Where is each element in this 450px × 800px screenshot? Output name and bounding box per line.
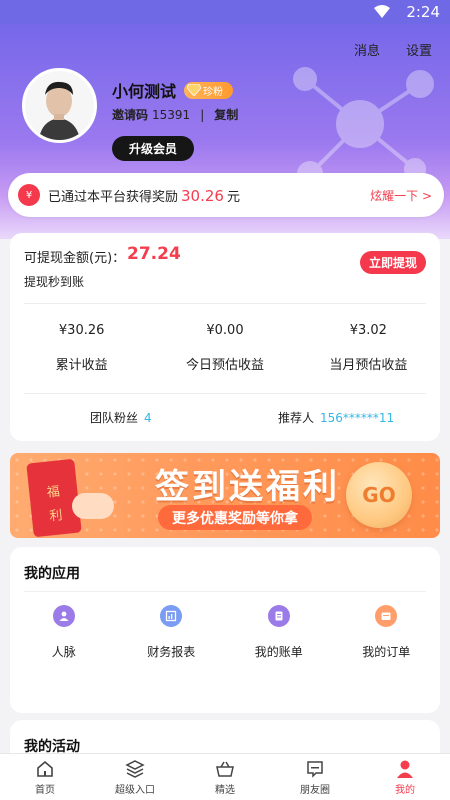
referrer-label: 推荐人 (278, 411, 315, 425)
app-my-order[interactable]: 我的订单 (333, 605, 441, 660)
stat-value: ¥30.26 (58, 323, 105, 338)
separator: | (200, 107, 205, 122)
nav-label: 我的 (395, 785, 415, 796)
team-fans[interactable]: 团队粉丝 4 (90, 409, 152, 426)
message-icon (307, 761, 323, 778)
go-button[interactable]: GO (346, 462, 412, 528)
stat-total[interactable]: ¥30.26 累计收益 (10, 323, 153, 373)
nav-label: 精选 (215, 785, 235, 796)
wifi-icon (374, 5, 390, 18)
reward-amount: 30.26 (181, 186, 224, 205)
upgrade-member-button[interactable]: 升级会员 (112, 136, 194, 161)
stat-month[interactable]: ¥3.02 当月预估收益 (297, 323, 440, 373)
bill-icon (267, 605, 290, 627)
contacts-icon (52, 605, 75, 627)
section-title: 我的应用 (24, 566, 80, 582)
hand-icon (72, 493, 114, 519)
vip-badge-label: 珍粉 (203, 86, 224, 98)
balance-card: 可提现金额(元)： 27.24 提现秒到账 立即提现 ¥30.26 累计收益 ¥… (10, 233, 440, 441)
divider (24, 393, 426, 394)
earnings-stats: ¥30.26 累计收益 ¥0.00 今日预估收益 ¥3.02 当月预估收益 (10, 323, 440, 373)
promo-title: 签到送福利 (155, 467, 340, 507)
order-icon (375, 605, 398, 627)
team-fans-label: 团队粉丝 (90, 411, 139, 425)
vip-badge: 珍粉 (184, 81, 234, 99)
reward-text: 已通过本平台获得奖励 30.26 元 (48, 186, 240, 205)
withdrawable-amount: 27.24 (127, 244, 181, 264)
team-fans-value: 4 (144, 411, 152, 425)
stat-today[interactable]: ¥0.00 今日预估收益 (153, 323, 296, 373)
status-time: 2:24 (406, 3, 440, 21)
user-name: 小何测试 (112, 82, 177, 101)
reward-banner[interactable]: ¥ 已通过本平台获得奖励 30.26 元 炫耀一下 > (8, 173, 444, 217)
diamond-icon (187, 84, 202, 96)
avatar-image (25, 71, 94, 140)
divider (24, 303, 426, 304)
bottom-nav: 首页 超级入口 精选 朋友圈 我的 (0, 753, 450, 800)
invite-label: 邀请码 (112, 108, 149, 122)
nav-label: 朋友圈 (300, 785, 330, 796)
reward-prefix: 已通过本平台获得奖励 (48, 189, 179, 205)
app-my-bill[interactable]: 我的账单 (225, 605, 333, 660)
app-finance-report[interactable]: 财务报表 (118, 605, 226, 660)
app-label: 我的订单 (362, 645, 411, 659)
avatar[interactable] (22, 68, 97, 143)
user-icon (397, 760, 413, 778)
stat-value: ¥0.00 (206, 323, 244, 338)
stat-label: 累计收益 (55, 358, 108, 373)
stat-label: 当月预估收益 (329, 358, 408, 373)
divider (24, 591, 426, 592)
copy-button[interactable]: 复制 (214, 106, 238, 123)
share-link[interactable]: 炫耀一下 > (370, 187, 432, 204)
envelope-text: 福利 (46, 484, 64, 525)
app-label: 我的账单 (254, 645, 303, 659)
withdraw-button[interactable]: 立即提现 (360, 251, 426, 274)
referrer: 推荐人 156******11 (278, 409, 394, 426)
invite-code: 15391 (152, 107, 191, 122)
home-icon (37, 760, 53, 777)
nav-home[interactable]: 首页 (0, 754, 90, 800)
nav-mine[interactable]: 我的 (360, 754, 450, 800)
app-label: 人脉 (51, 645, 76, 659)
status-bar: 2:24 (0, 0, 450, 24)
promo-subtitle: 更多优惠奖励等你拿 (158, 505, 312, 530)
nav-label: 首页 (35, 785, 55, 796)
layers-icon (125, 760, 145, 778)
reward-unit: 元 (226, 189, 240, 205)
withdraw-note: 提现秒到账 (24, 275, 85, 289)
reward-icon: ¥ (18, 184, 40, 206)
nav-featured[interactable]: 精选 (180, 754, 270, 800)
settings-link[interactable]: 设置 (406, 40, 432, 59)
nav-moments[interactable]: 朋友圈 (270, 754, 360, 800)
basket-icon (216, 761, 234, 777)
withdrawable-label: 可提现金额(元)： (24, 251, 126, 266)
nav-label: 超级入口 (115, 785, 155, 796)
report-icon (160, 605, 183, 627)
my-apps-card: 我的应用 人脉 财务报表 我的账单 我的订单 (10, 547, 440, 713)
nav-super-entry[interactable]: 超级入口 (90, 754, 180, 800)
stat-value: ¥3.02 (349, 323, 387, 338)
messages-link[interactable]: 消息 (354, 40, 380, 59)
app-contacts[interactable]: 人脉 (10, 605, 118, 660)
stat-label: 今日预估收益 (185, 358, 264, 373)
app-label: 财务报表 (147, 645, 196, 659)
referrer-value: 156******11 (320, 411, 395, 425)
signin-promo-banner[interactable]: 福利 签到送福利 更多优惠奖励等你拿 GO (10, 453, 440, 538)
